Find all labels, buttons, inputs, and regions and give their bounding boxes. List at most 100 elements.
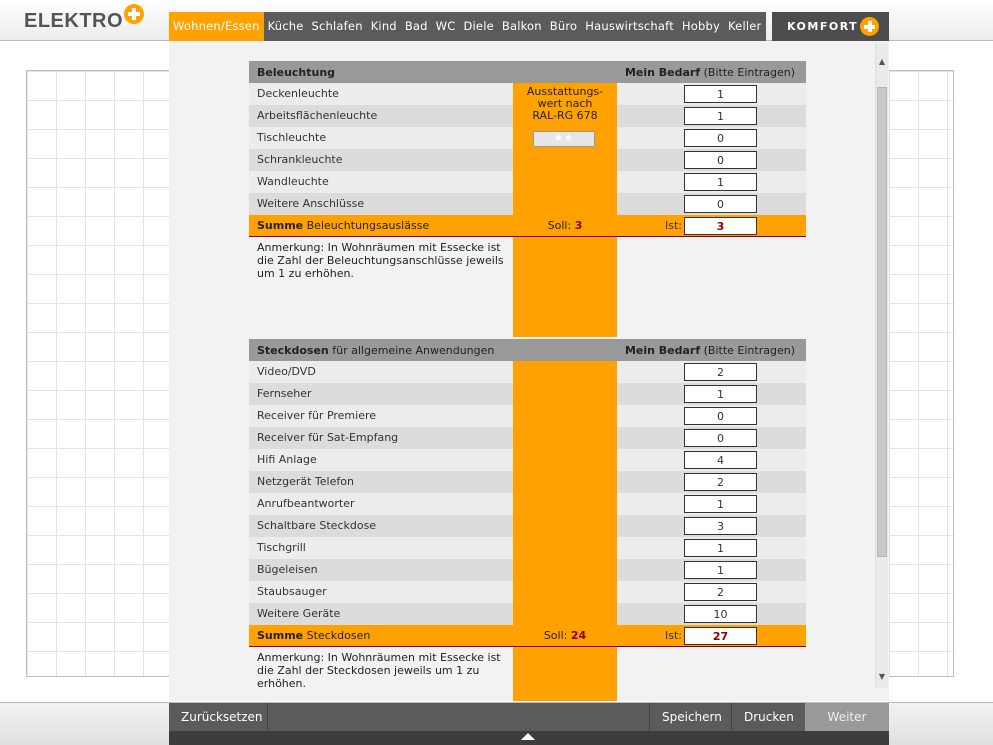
- tab-11[interactable]: Keller: [724, 12, 765, 41]
- item-label: Receiver für Premiere: [249, 405, 513, 427]
- demand-input[interactable]: 0: [684, 429, 757, 447]
- scroll-down-icon[interactable]: ▼: [876, 670, 888, 684]
- logo-text: ELEKTRO: [24, 10, 124, 32]
- tab-7[interactable]: Balkon: [498, 12, 546, 41]
- save-button[interactable]: Speichern: [649, 703, 731, 731]
- komfort-button[interactable]: KOMFORT: [772, 12, 889, 41]
- item-row: Video/DVD 2: [249, 361, 806, 383]
- demand-input[interactable]: 0: [684, 151, 757, 169]
- demand-input[interactable]: 1: [684, 561, 757, 579]
- demand-input[interactable]: 1: [684, 173, 757, 191]
- demand-input[interactable]: 2: [684, 473, 757, 491]
- demand-input[interactable]: 0: [684, 129, 757, 147]
- sum-label: Steckdosen: [306, 629, 371, 642]
- tab-2[interactable]: Schlafen: [308, 12, 367, 41]
- plus-icon: [860, 17, 879, 36]
- sockets-note: Anmerkung: In Wohnräumen mit Essecke ist…: [257, 651, 501, 690]
- ist-label: Ist:: [665, 219, 682, 232]
- demand-input[interactable]: 1: [684, 385, 757, 403]
- lighting-rows: Deckenleuchte 1 Arbeitsflächenleuchte 1 Tisc…: [249, 83, 806, 215]
- item-label: Netzgerät Telefon: [249, 471, 513, 493]
- sockets-subtitle: für allgemeine Anwendungen: [332, 343, 495, 357]
- demand-note: (Bitte Eintragen): [703, 65, 795, 79]
- print-button[interactable]: Drucken: [731, 703, 805, 731]
- demand-input[interactable]: 2: [684, 583, 757, 601]
- item-label: Tischgrill: [249, 537, 513, 559]
- vertical-scrollbar[interactable]: ▲ ▼: [875, 43, 888, 688]
- lighting-note: Anmerkung: In Wohnräumen mit Essecke ist…: [257, 241, 504, 280]
- demand-input[interactable]: 2: [684, 363, 757, 381]
- item-label: Deckenleuchte: [249, 83, 513, 105]
- panel-toggle[interactable]: [169, 731, 889, 745]
- arrow-up-icon[interactable]: [521, 733, 535, 740]
- item-label: Weitere Geräte: [249, 603, 513, 625]
- soll-label: Soll:: [543, 629, 568, 642]
- soll-value: 3: [574, 219, 583, 232]
- elektro-plus-logo: ELEKTRO: [24, 4, 145, 33]
- item-label: Receiver für Sat-Empfang: [249, 427, 513, 449]
- demand-input[interactable]: 0: [684, 195, 757, 213]
- grid-panel-right: [888, 70, 954, 677]
- sockets-sum-row: Summe Steckdosen Soll: 24 Ist: 27: [249, 625, 806, 647]
- demand-input[interactable]: 1: [684, 85, 757, 103]
- ist-value: 27: [684, 627, 757, 645]
- tab-0[interactable]: Wohnen/Essen: [169, 12, 264, 41]
- item-label: Tischleuchte: [249, 127, 513, 149]
- reset-button[interactable]: Zurücksetzen: [169, 703, 268, 731]
- next-button[interactable]: Weiter: [805, 703, 889, 731]
- item-row: Bügeleisen 1: [249, 559, 806, 581]
- item-label: Hifi Anlage: [249, 449, 513, 471]
- item-row: Schaltbare Steckdose 3: [249, 515, 806, 537]
- demand-title: Mein Bedarf: [624, 65, 701, 79]
- tab-8[interactable]: Büro: [546, 12, 582, 41]
- item-label: Video/DVD: [249, 361, 513, 383]
- demand-input[interactable]: 4: [684, 451, 757, 469]
- item-row: Schrankleuchte 0: [249, 149, 806, 171]
- sockets-header: Steckdosen für allgemeine Anwendungen Me…: [249, 339, 806, 361]
- item-label: Weitere Anschlüsse: [249, 193, 513, 215]
- item-row: Tischleuchte 0: [249, 127, 806, 149]
- demand-title: Mein Bedarf: [624, 343, 701, 357]
- rating-stars-icon: ★★: [533, 131, 595, 147]
- ist-value: 3: [684, 217, 757, 235]
- sum-label: Beleuchtungsauslässe: [306, 219, 430, 232]
- demand-input[interactable]: 1: [684, 539, 757, 557]
- item-row: Receiver für Sat-Empfang 0: [249, 427, 806, 449]
- item-label: Anrufbeantworter: [249, 493, 513, 515]
- item-row: Staubsauger 2: [249, 581, 806, 603]
- demand-input[interactable]: 10: [684, 605, 757, 623]
- item-label: Schrankleuchte: [249, 149, 513, 171]
- item-row: Wandleuchte 1: [249, 171, 806, 193]
- item-label: Bügeleisen: [249, 559, 513, 581]
- tab-9[interactable]: Hauswirtschaft: [581, 12, 678, 41]
- soll-label: Soll:: [547, 219, 572, 232]
- item-row: Hifi Anlage 4: [249, 449, 806, 471]
- tab-1[interactable]: Küche: [264, 12, 308, 41]
- tab-4[interactable]: Bad: [401, 12, 432, 41]
- item-row: Fernseher 1: [249, 383, 806, 405]
- sockets-note-row: Anmerkung: In Wohnräumen mit Essecke ist…: [249, 647, 806, 701]
- item-row: Tischgrill 1: [249, 537, 806, 559]
- tab-10[interactable]: Hobby: [678, 12, 724, 41]
- room-tabs: Wohnen/Essen Küche Schlafen Kind Bad WC Diele B…: [169, 12, 766, 41]
- lighting-section: Beleuchtung Mein Bedarf (Bitte Eintragen…: [249, 61, 806, 337]
- demand-input[interactable]: 1: [684, 495, 757, 513]
- demand-input[interactable]: 0: [684, 407, 757, 425]
- rating-label: Ausstattungs- wert nach RAL-RG 678: [526, 85, 604, 122]
- item-row: Weitere Geräte 10: [249, 603, 806, 625]
- sum-bold: Summe: [257, 219, 304, 232]
- plus-icon: [124, 4, 145, 24]
- scroll-thumb[interactable]: [877, 87, 887, 557]
- item-label: Wandleuchte: [249, 171, 513, 193]
- ist-label: Ist:: [665, 629, 682, 642]
- demand-input[interactable]: 1: [684, 107, 757, 125]
- lighting-header: Beleuchtung Mein Bedarf (Bitte Eintragen…: [249, 61, 806, 83]
- room-form: Beleuchtung Mein Bedarf (Bitte Eintragen…: [169, 41, 889, 701]
- komfort-label: KOMFORT: [787, 20, 859, 33]
- tab-3[interactable]: Kind: [367, 12, 401, 41]
- demand-input[interactable]: 3: [684, 517, 757, 535]
- tab-6[interactable]: Diele: [459, 12, 497, 41]
- grid-panel-left: [26, 70, 170, 677]
- tab-5[interactable]: WC: [432, 12, 460, 41]
- scroll-up-icon[interactable]: ▲: [876, 55, 888, 69]
